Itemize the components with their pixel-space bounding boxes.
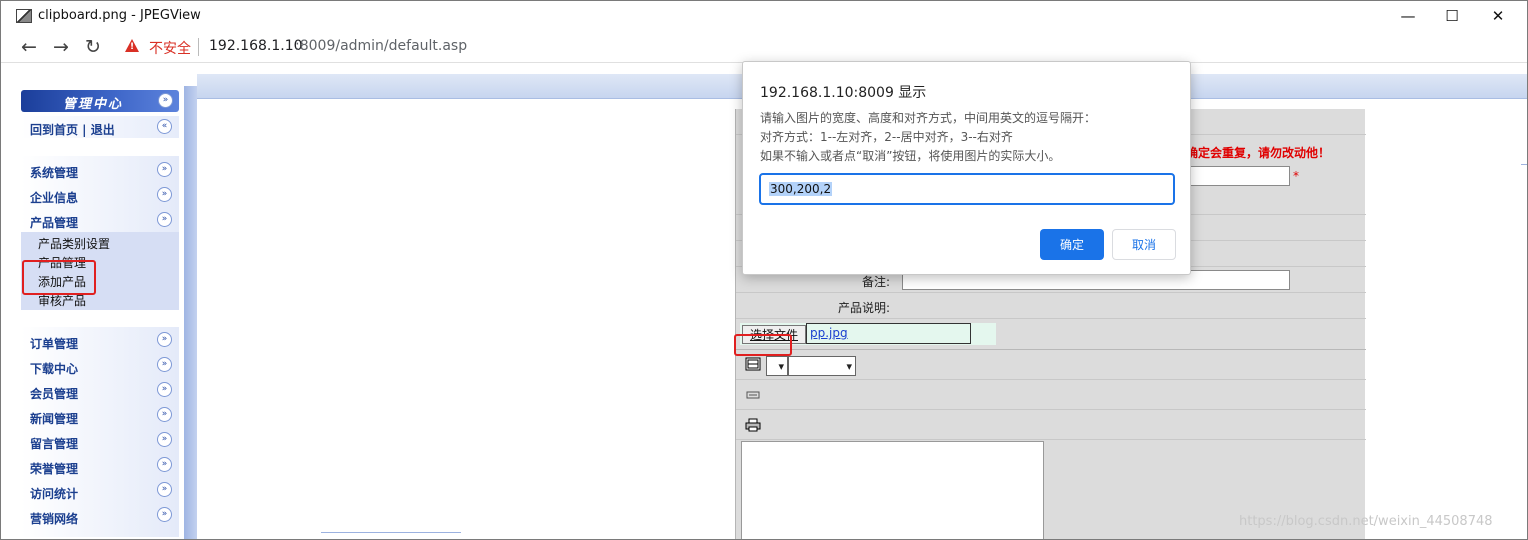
prompt-dialog: 192.168.1.10:8009 显示 请输入图片的宽度、高度和对齐方式，中间… (742, 61, 1191, 275)
chevron-down-icon[interactable]: » (157, 482, 172, 497)
insert-image-icon[interactable] (745, 357, 761, 371)
menu-news[interactable]: 新闻管理 (30, 410, 78, 427)
menu-products[interactable]: 产品管理 (30, 214, 78, 231)
back-button[interactable]: ← (17, 35, 41, 59)
menu-group-bottom: 订单管理 » 下载中心 » 会员管理 » 新闻管理 » 留言管理 » 荣誉管理 … (21, 327, 179, 537)
print-icon[interactable] (745, 418, 761, 432)
menu-stats[interactable]: 访问统计 (30, 485, 78, 502)
jpegview-app-icon (16, 9, 32, 23)
chevron-down-icon[interactable]: » (157, 432, 172, 447)
dialog-input-value: 300,200,2 (769, 182, 833, 196)
menu-honors[interactable]: 荣誉管理 (30, 460, 78, 477)
highlight-add-product (22, 260, 96, 295)
app-window: clipboard.png - JPEGView — ☐ ✕ ← → ↻ ! 不… (0, 0, 1528, 540)
watermark: https://blog.csdn.net/weixin_44508748 (1239, 514, 1493, 529)
address-separator (198, 38, 199, 56)
menu-header-title: 管理中心 (63, 97, 124, 112)
menu-members[interactable]: 会员管理 (30, 385, 78, 402)
chevron-left-icon[interactable]: « (157, 119, 172, 134)
note-label: 备注: (861, 275, 890, 289)
product-name-input[interactable] (1188, 166, 1290, 186)
reload-icon: ↻ (85, 36, 101, 58)
submenu-category[interactable]: 产品类别设置 (38, 235, 110, 252)
description-label: 产品说明: (837, 301, 890, 315)
minimize-button[interactable]: — (1385, 1, 1431, 31)
ok-button[interactable]: 确定 (1040, 229, 1104, 260)
menu-orders[interactable]: 订单管理 (30, 335, 78, 352)
admin-sidebar: 管理中心 » 回到首页 | 退出 « 系统管理 » 企业信息 » 产品管理 » … (1, 64, 197, 539)
chevron-down-icon[interactable]: » (157, 507, 172, 522)
forward-icon: → (53, 36, 69, 58)
dialog-title: 192.168.1.10:8009 显示 (760, 85, 927, 101)
chevron-down-icon[interactable]: » (157, 162, 172, 177)
sidebar-rail (184, 86, 197, 539)
dialog-input[interactable]: 300,200,2 (759, 173, 1175, 205)
back-icon: ← (21, 36, 37, 58)
chevron-down-icon[interactable]: » (157, 187, 172, 202)
dialog-message-line: 对齐方式：1--左对齐，2--居中对齐，3--右对齐 (760, 130, 1013, 144)
duplicate-warning: 确定会重复，请勿改动他！ (1186, 146, 1331, 160)
title-bar: clipboard.png - JPEGView — ☐ ✕ (1, 1, 1527, 31)
cancel-button[interactable]: 取消 (1112, 229, 1176, 260)
menu-header[interactable]: 管理中心 » (21, 90, 179, 112)
font-select[interactable]: ▾ (788, 356, 856, 376)
security-status[interactable]: 不安全 (149, 38, 191, 58)
home-row: 回到首页 | 退出 « (21, 116, 179, 138)
home-logout-link[interactable]: 回到首页 | 退出 (30, 121, 115, 138)
chevron-down-icon[interactable]: » (157, 212, 172, 227)
rich-text-editor[interactable] (741, 441, 1044, 539)
chevron-down-icon[interactable]: » (157, 457, 172, 472)
maximize-button[interactable]: ☐ (1429, 1, 1475, 31)
window-title: clipboard.png - JPEGView (38, 8, 201, 23)
format-select[interactable]: ▾ (766, 356, 788, 376)
keyboard-icon[interactable] (745, 388, 761, 402)
collapse-all-icon[interactable]: » (158, 93, 173, 108)
url-path[interactable]: :8009/admin/default.asp (295, 38, 467, 54)
menu-group-top: 系统管理 » 企业信息 » 产品管理 » (21, 156, 179, 238)
menu-downloads[interactable]: 下载中心 (30, 360, 78, 377)
menu-company[interactable]: 企业信息 (30, 189, 78, 206)
chevron-down-icon[interactable]: » (157, 407, 172, 422)
dialog-message-line: 请输入图片的宽度、高度和对齐方式，中间用英文的逗号隔开： (760, 111, 1097, 125)
chevron-down-icon[interactable]: » (157, 357, 172, 372)
menu-system[interactable]: 系统管理 (30, 164, 78, 181)
reload-button[interactable]: ↻ (81, 35, 105, 59)
menu-messages[interactable]: 留言管理 (30, 435, 78, 452)
chevron-down-icon[interactable]: » (157, 382, 172, 397)
browser-toolbar: ← → ↻ ! 不安全 192.168.1.10 :8009/admin/def… (1, 31, 1527, 63)
dialog-message-line: 如果不输入或者点“取消”按钮，将使用图片的实际大小。 (760, 149, 1061, 163)
close-button[interactable]: ✕ (1475, 1, 1521, 31)
menu-network[interactable]: 营销网络 (30, 510, 78, 527)
required-mark: * (1293, 169, 1299, 183)
highlight-insert-image (734, 334, 792, 356)
url-host[interactable]: 192.168.1.10 (209, 38, 303, 54)
chevron-down-icon[interactable]: » (157, 332, 172, 347)
forward-button[interactable]: → (49, 35, 73, 59)
frame-divider (321, 532, 461, 539)
